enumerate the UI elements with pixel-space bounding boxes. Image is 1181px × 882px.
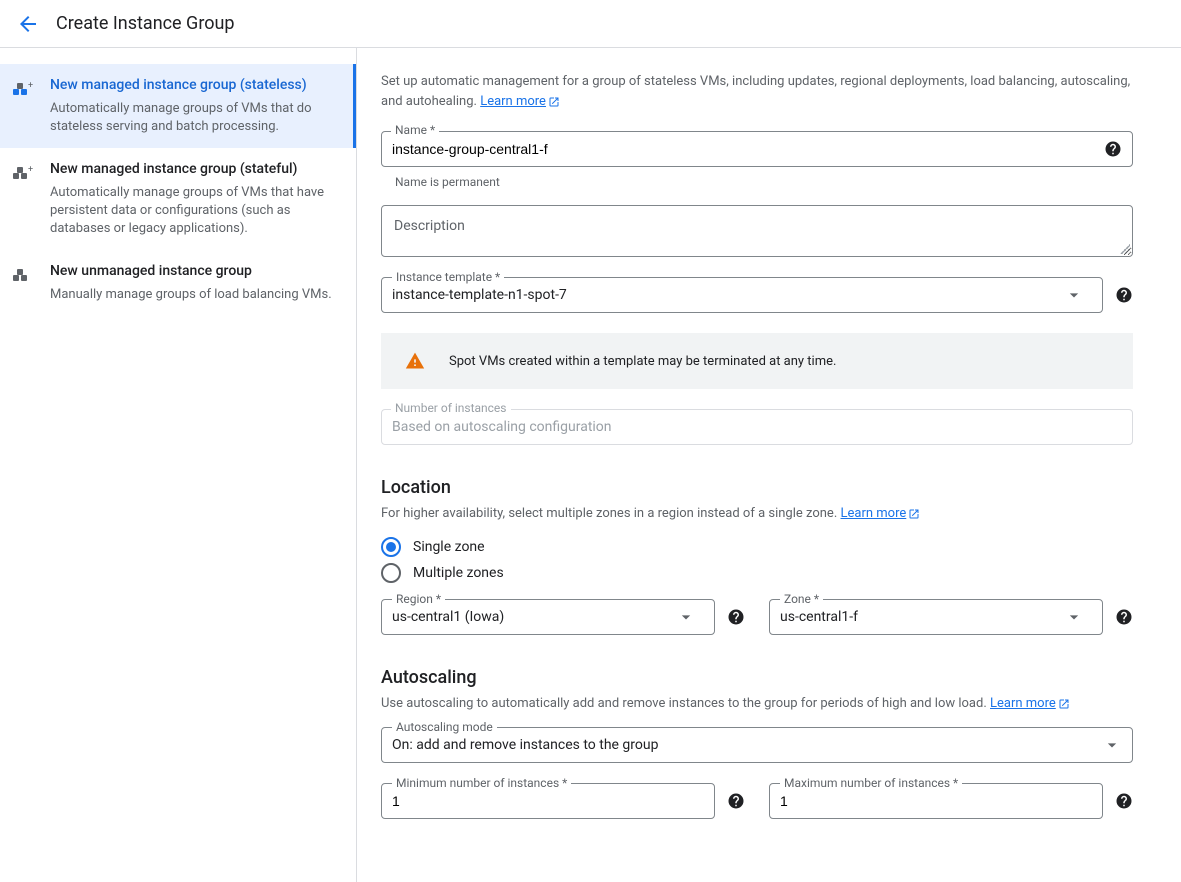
autoscaling-title: Autoscaling bbox=[381, 667, 1133, 688]
radio-label: Multiple zones bbox=[413, 565, 504, 581]
min-instances-label: Minimum number of instances * bbox=[392, 776, 571, 790]
description-field[interactable]: Description bbox=[381, 205, 1133, 257]
autoscaling-mode-label: Autoscaling mode bbox=[392, 720, 497, 734]
region-label: Region * bbox=[392, 592, 445, 606]
sidebar-item-desc: Automatically manage groups of VMs that … bbox=[50, 184, 340, 239]
warning-icon bbox=[405, 351, 425, 371]
instance-template-label: Instance template * bbox=[392, 270, 504, 284]
num-instances-label: Number of instances bbox=[391, 401, 511, 415]
help-icon[interactable] bbox=[727, 792, 745, 810]
sidebar-item-unmanaged[interactable]: New unmanaged instance group Manually ma… bbox=[0, 250, 356, 316]
max-instances-field: Maximum number of instances * bbox=[769, 783, 1133, 819]
autoscaling-desc: Use autoscaling to automatically add and… bbox=[381, 696, 1133, 711]
region-value: us-central1 (Iowa) bbox=[392, 609, 676, 625]
sidebar-item-desc: Manually manage groups of load balancing… bbox=[50, 286, 340, 304]
sidebar-item-stateless[interactable]: + New managed instance group (stateless)… bbox=[0, 64, 356, 148]
name-input[interactable] bbox=[392, 132, 1104, 166]
svg-text:+: + bbox=[28, 81, 33, 91]
instance-group-icon: + bbox=[10, 162, 34, 186]
name-field: Name * bbox=[381, 131, 1133, 167]
instance-group-icon bbox=[10, 264, 34, 288]
instance-template-value: instance-template-n1-spot-7 bbox=[392, 287, 1064, 303]
radio-single-zone[interactable]: Single zone bbox=[381, 537, 1133, 557]
radio-multiple-zones[interactable]: Multiple zones bbox=[381, 563, 1133, 583]
main-content: Set up automatic management for a group … bbox=[357, 48, 1157, 882]
instance-group-icon: + bbox=[10, 78, 34, 102]
name-hint: Name is permanent bbox=[381, 171, 1133, 189]
learn-more-link[interactable]: Learn more bbox=[841, 506, 921, 521]
num-instances-value: Based on autoscaling configuration bbox=[392, 419, 1122, 435]
min-instances-field: Minimum number of instances * bbox=[381, 783, 745, 819]
warning-text: Spot VMs created within a template may b… bbox=[449, 354, 836, 369]
autoscaling-mode-value: On: add and remove instances to the grou… bbox=[392, 737, 1102, 753]
help-icon[interactable] bbox=[1104, 140, 1122, 158]
autoscaling-mode-field: Autoscaling mode On: add and remove inst… bbox=[381, 727, 1133, 763]
chevron-down-icon bbox=[676, 607, 696, 627]
name-label: Name * bbox=[391, 123, 439, 137]
sidebar-item-stateful[interactable]: + New managed instance group (stateful) … bbox=[0, 148, 356, 250]
learn-more-link[interactable]: Learn more bbox=[990, 696, 1070, 711]
max-instances-label: Maximum number of instances * bbox=[780, 776, 962, 790]
radio-icon bbox=[381, 537, 401, 557]
help-icon[interactable] bbox=[1115, 792, 1133, 810]
autoscaling-mode-select[interactable]: Autoscaling mode On: add and remove inst… bbox=[381, 727, 1133, 763]
sidebar-item-title: New unmanaged instance group bbox=[50, 262, 340, 282]
location-title: Location bbox=[381, 477, 1133, 498]
location-radio-group: Single zone Multiple zones bbox=[381, 537, 1133, 583]
external-link-icon bbox=[548, 95, 560, 107]
num-instances-field: Number of instances Based on autoscaling… bbox=[381, 409, 1133, 445]
page-header: Create Instance Group bbox=[0, 0, 1181, 48]
description-placeholder: Description bbox=[394, 218, 465, 234]
sidebar: + New managed instance group (stateless)… bbox=[0, 48, 357, 882]
zone-select[interactable]: Zone * us-central1-f bbox=[769, 599, 1103, 635]
instance-template-select[interactable]: Instance template * instance-template-n1… bbox=[381, 277, 1103, 313]
svg-text:+: + bbox=[28, 165, 33, 175]
region-select[interactable]: Region * us-central1 (Iowa) bbox=[381, 599, 715, 635]
zone-value: us-central1-f bbox=[780, 609, 1064, 625]
sidebar-item-title: New managed instance group (stateful) bbox=[50, 160, 340, 180]
learn-more-link[interactable]: Learn more bbox=[480, 94, 560, 109]
region-field: Region * us-central1 (Iowa) bbox=[381, 599, 745, 635]
instance-template-field: Instance template * instance-template-n1… bbox=[381, 277, 1133, 313]
back-button[interactable] bbox=[16, 12, 40, 36]
chevron-down-icon bbox=[1064, 607, 1084, 627]
sidebar-item-desc: Automatically manage groups of VMs that … bbox=[50, 100, 340, 136]
help-icon[interactable] bbox=[727, 608, 745, 626]
radio-icon bbox=[381, 563, 401, 583]
external-link-icon bbox=[1058, 698, 1070, 710]
chevron-down-icon bbox=[1102, 735, 1122, 755]
zone-label: Zone * bbox=[780, 592, 823, 606]
zone-field: Zone * us-central1-f bbox=[769, 599, 1133, 635]
external-link-icon bbox=[908, 508, 920, 520]
help-icon[interactable] bbox=[1115, 608, 1133, 626]
warning-banner: Spot VMs created within a template may b… bbox=[381, 333, 1133, 389]
chevron-down-icon bbox=[1064, 285, 1084, 305]
intro-text: Set up automatic management for a group … bbox=[381, 72, 1133, 111]
location-desc: For higher availability, select multiple… bbox=[381, 506, 1133, 521]
page-title: Create Instance Group bbox=[56, 13, 235, 34]
radio-label: Single zone bbox=[413, 539, 485, 555]
help-icon[interactable] bbox=[1115, 286, 1133, 304]
sidebar-item-title: New managed instance group (stateless) bbox=[50, 76, 340, 96]
